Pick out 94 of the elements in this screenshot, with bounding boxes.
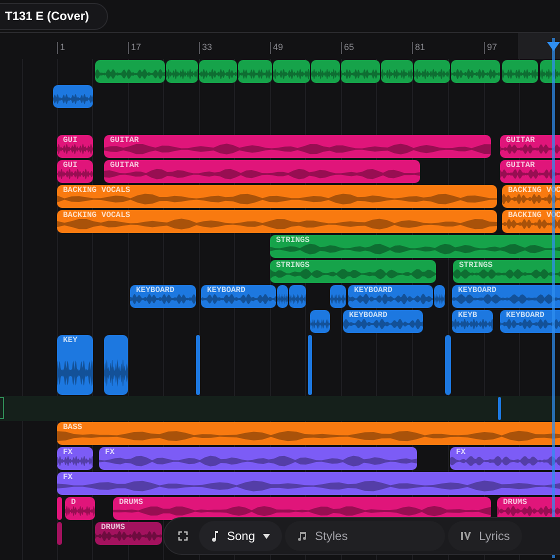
clip-label: DRUMS: [503, 498, 528, 508]
clip-label: KEYBOARD: [207, 286, 246, 296]
audio-clip[interactable]: [196, 335, 200, 395]
audio-clip[interactable]: [330, 285, 346, 308]
audio-clip[interactable]: [414, 60, 450, 83]
audio-clip[interactable]: KEYBOARD: [130, 285, 196, 308]
audio-clip[interactable]: KEYBOARD: [348, 285, 433, 308]
clip-label: GUI: [63, 161, 78, 171]
clip-label: GUITAR: [110, 161, 139, 171]
audio-clip[interactable]: D: [65, 497, 95, 520]
bar-number: 49: [273, 42, 284, 52]
audio-clip[interactable]: FX: [99, 447, 417, 470]
audio-clip[interactable]: [95, 60, 165, 83]
clip-label: FX: [63, 448, 73, 458]
clip-label: STRINGS: [276, 236, 310, 246]
clip-label: KEYBOARD: [354, 286, 392, 296]
audio-clip[interactable]: [104, 335, 128, 395]
music-notes-icon: [297, 531, 308, 541]
toolbar-tab[interactable]: Lyrics: [448, 521, 522, 551]
audio-clip[interactable]: BACKING VOCALS: [57, 210, 497, 233]
audio-clip[interactable]: [341, 60, 380, 83]
audio-clip[interactable]: [381, 60, 413, 83]
clip-label: KEY: [63, 336, 78, 346]
clip-label: FX: [105, 448, 115, 458]
audio-clip[interactable]: [308, 335, 312, 395]
clip-label: FX: [456, 448, 466, 458]
audio-clip[interactable]: [199, 60, 237, 83]
music-note-icon: [211, 530, 219, 542]
audio-clip[interactable]: [238, 60, 272, 83]
audio-clip[interactable]: GUI: [57, 135, 93, 158]
audio-clip[interactable]: STRINGS: [453, 260, 560, 283]
audio-clip[interactable]: [498, 397, 501, 420]
audio-clip[interactable]: DRUMS: [95, 522, 162, 545]
audio-clip[interactable]: [277, 285, 288, 308]
audio-clip[interactable]: KEYBOARD: [343, 310, 423, 333]
clip-label: KEYBOARD: [349, 311, 388, 321]
audio-clip[interactable]: FX: [57, 447, 93, 470]
audio-clip[interactable]: GUITAR: [104, 160, 420, 183]
lyrics-icon: [460, 531, 472, 541]
audio-clip[interactable]: KEY: [57, 335, 93, 395]
audio-clip[interactable]: [166, 60, 198, 83]
clip-label: FX: [63, 473, 73, 483]
audio-clip[interactable]: GUITAR: [500, 160, 560, 183]
clip-label: DRUMS: [101, 523, 126, 533]
audio-clip[interactable]: GUITAR: [500, 135, 560, 158]
audio-clip[interactable]: GUITAR: [104, 135, 491, 158]
audio-clip[interactable]: [53, 85, 93, 108]
song-title[interactable]: T131 E (Cover): [0, 2, 108, 30]
clip-label: BACKING VOCALS: [63, 211, 130, 221]
clip-label: BACKING VOCALS: [63, 186, 130, 196]
audio-clip[interactable]: [273, 60, 310, 83]
clip-label: KEYB: [458, 311, 478, 321]
audio-clip[interactable]: BACKING VOCALS: [57, 185, 497, 208]
audio-clip[interactable]: STRINGS: [270, 235, 560, 258]
toolbar-tab[interactable]: Styles: [285, 521, 446, 551]
audio-clip[interactable]: KEYB: [452, 310, 493, 333]
clip-label: KEYBOARD: [136, 286, 174, 296]
audio-clip[interactable]: KEYBOARD: [452, 285, 560, 308]
clip-label: GUITAR: [110, 136, 139, 146]
bar-number: 81: [415, 42, 426, 52]
bar-number: 1: [60, 42, 66, 52]
audio-clip[interactable]: BASS: [57, 422, 560, 445]
caret-icon: [263, 534, 270, 538]
clip-label: STRINGS: [459, 261, 493, 271]
audio-clip[interactable]: [451, 60, 500, 83]
audio-clip[interactable]: [311, 60, 340, 83]
audio-clip[interactable]: FX: [57, 472, 560, 495]
bar-number: 65: [344, 42, 354, 52]
audio-clip[interactable]: FX: [450, 447, 560, 470]
clip-label: GUITAR: [506, 136, 535, 146]
audio-clip[interactable]: GUI: [57, 160, 93, 183]
audio-clip[interactable]: [57, 522, 62, 545]
clip-label: STRINGS: [276, 261, 310, 271]
audio-clip[interactable]: [310, 310, 330, 333]
clip-label: KEYBOARD: [458, 286, 496, 296]
bar-number: 17: [131, 42, 142, 52]
audio-clip[interactable]: [57, 497, 62, 520]
audio-clip[interactable]: [502, 60, 538, 83]
toolbar-tab[interactable]: Song: [199, 521, 282, 551]
clip-label: DRUMS: [119, 498, 144, 508]
audio-clip[interactable]: STRINGS: [270, 260, 436, 283]
audio-clip[interactable]: KEYBOARD: [201, 285, 276, 308]
audio-clip[interactable]: [434, 285, 445, 308]
clip-label: GUITAR: [506, 161, 535, 171]
clip-label: KEYBOARD: [506, 311, 544, 321]
clip-label: BASS: [63, 423, 82, 433]
clip-label: GUI: [63, 136, 78, 146]
audio-clip[interactable]: KEYBOARD: [500, 310, 560, 333]
audio-clip[interactable]: [289, 285, 306, 308]
audio-clip[interactable]: [445, 335, 451, 395]
expand-icon: [178, 531, 188, 541]
bar-number: 97: [487, 42, 498, 52]
clip-label: D: [71, 498, 76, 508]
bar-number: 33: [202, 42, 212, 52]
